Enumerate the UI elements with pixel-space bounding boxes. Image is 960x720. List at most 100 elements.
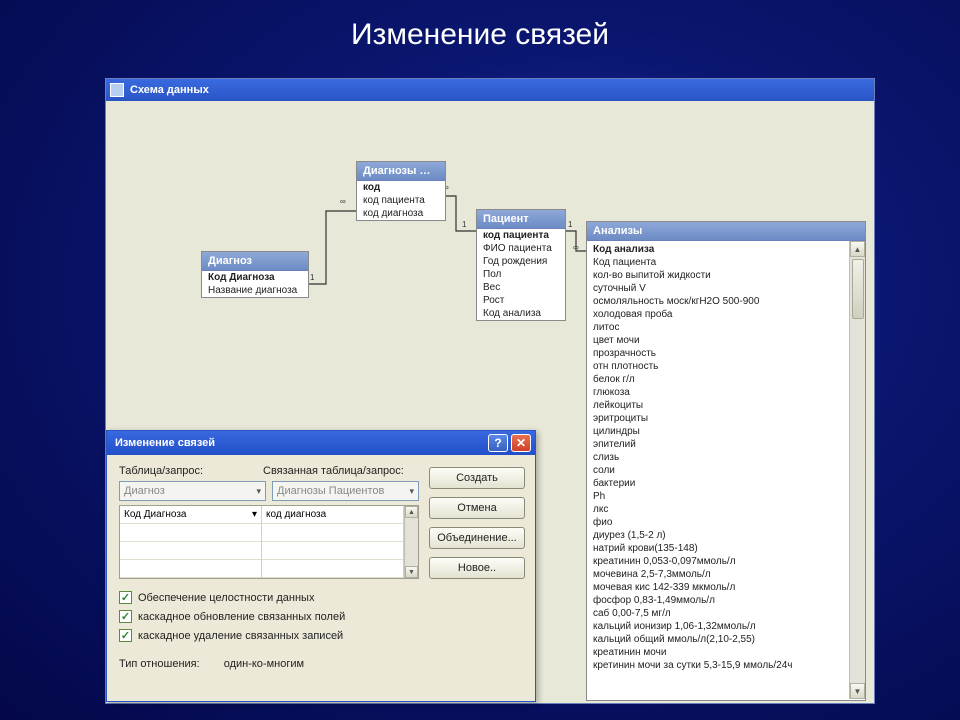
checkbox-cascade-update[interactable]: ✓: [119, 610, 132, 623]
label-table: Таблица/запрос:: [119, 465, 255, 477]
table-row[interactable]: Рост: [477, 294, 565, 307]
create-button[interactable]: Создать: [429, 467, 525, 489]
table-diagnozy-title[interactable]: Диагнозы …: [357, 162, 445, 181]
table-row[interactable]: бактерии: [587, 477, 849, 490]
slide-title: Изменение связей: [0, 0, 960, 60]
checkbox-integrity[interactable]: ✓: [119, 591, 132, 604]
table-row[interactable]: прозрачность: [587, 347, 849, 360]
combo-table-value: Диагноз: [124, 485, 165, 497]
table-row[interactable]: цвет мочи: [587, 334, 849, 347]
check-label-cascade-delete: каскадное удаление связанных записей: [138, 630, 343, 642]
scroll-down-button[interactable]: ▼: [850, 683, 865, 699]
table-row[interactable]: Код анализа: [477, 307, 565, 320]
dialog-title: Изменение связей: [115, 437, 215, 449]
check-label-integrity: Обеспечение целостности данных: [138, 592, 314, 604]
table-row[interactable]: белок г/л: [587, 373, 849, 386]
table-row[interactable]: Ph: [587, 490, 849, 503]
dialog-titlebar[interactable]: Изменение связей ? ✕: [107, 431, 535, 455]
table-row[interactable]: код пациента: [477, 229, 565, 242]
table-row[interactable]: лкс: [587, 503, 849, 516]
grid-cell-right[interactable]: код диагноза: [262, 506, 403, 524]
card-1: 1: [310, 273, 314, 282]
table-row[interactable]: креатинин 0,053-0,097ммоль/л: [587, 555, 849, 568]
card-inf-3: ∞: [573, 243, 579, 252]
scrollbar[interactable]: ▲ ▼: [849, 241, 865, 699]
table-row[interactable]: фосфор 0,83-1,49ммоль/л: [587, 594, 849, 607]
grid-cell[interactable]: [262, 542, 403, 560]
table-row[interactable]: код диагноза: [357, 207, 445, 220]
table-row[interactable]: цилиндры: [587, 425, 849, 438]
table-row[interactable]: глюкоза: [587, 386, 849, 399]
checkbox-cascade-delete[interactable]: ✓: [119, 629, 132, 642]
table-row[interactable]: мочевина 2,5-7,3ммоль/л: [587, 568, 849, 581]
table-row[interactable]: кретинин мочи за сутки 5,3-15,9 ммоль/24…: [587, 659, 849, 672]
table-diagnoz-title[interactable]: Диагноз: [202, 252, 308, 271]
chevron-down-icon: ▾: [256, 486, 261, 497]
table-row[interactable]: кол-во выпитой жидкости: [587, 269, 849, 282]
table-row[interactable]: диурез (1,5-2 л): [587, 529, 849, 542]
scroll-up-button[interactable]: ▲: [850, 241, 865, 257]
table-row[interactable]: кальций общий ммоль/л(2,10-2,55): [587, 633, 849, 646]
check-label-cascade-update: каскадное обновление связанных полей: [138, 611, 345, 623]
grid-cell[interactable]: [262, 524, 403, 542]
schema-window-title: Схема данных: [130, 84, 209, 96]
combo-table[interactable]: Диагноз ▾: [119, 481, 266, 501]
table-row[interactable]: Название диагноза: [202, 284, 308, 297]
table-row[interactable]: фио: [587, 516, 849, 529]
table-row[interactable]: Пол: [477, 268, 565, 281]
table-row[interactable]: лейкоциты: [587, 399, 849, 412]
table-analyzes-title[interactable]: Анализы: [587, 222, 865, 241]
table-row[interactable]: код: [357, 181, 445, 194]
table-row[interactable]: Год рождения: [477, 255, 565, 268]
table-diagnozy[interactable]: Диагнозы … код код пациента код диагноза: [356, 161, 446, 221]
table-row[interactable]: Код Диагноза: [202, 271, 308, 284]
grid-scrollbar[interactable]: ▲ ▼: [404, 506, 418, 578]
table-row[interactable]: мочевая кис 142-339 мкмоль/л: [587, 581, 849, 594]
grid-cell-text: Код Диагноза: [124, 509, 186, 520]
join-button[interactable]: Объединение...: [429, 527, 525, 549]
table-row[interactable]: креатинин мочи: [587, 646, 849, 659]
card-inf: ∞: [340, 197, 346, 206]
combo-related-table[interactable]: Диагнозы Пациентов ▾: [272, 481, 419, 501]
table-row[interactable]: саб 0,00-7,5 мг/л: [587, 607, 849, 620]
cancel-button[interactable]: Отмена: [429, 497, 525, 519]
help-button[interactable]: ?: [488, 434, 508, 452]
table-row[interactable]: Код пациента: [587, 256, 849, 269]
scroll-up-button[interactable]: ▲: [405, 506, 418, 518]
table-row[interactable]: осмоляльность моск/кгH2O 500-900: [587, 295, 849, 308]
table-patient[interactable]: Пациент код пациента ФИО пациента Год ро…: [476, 209, 566, 321]
table-row[interactable]: кальций ионизир 1,06-1,32ммоль/л: [587, 620, 849, 633]
table-analyzes[interactable]: Анализы Код анализаКод пациентакол-во вы…: [586, 221, 866, 701]
chevron-down-icon: ▾: [409, 486, 414, 497]
field-mapping-grid[interactable]: Код Диагноза ▾ код диагноза ▲: [119, 505, 419, 579]
table-row[interactable]: слизь: [587, 451, 849, 464]
grid-cell[interactable]: [262, 560, 403, 578]
table-row[interactable]: ФИО пациента: [477, 242, 565, 255]
table-row[interactable]: отн плотность: [587, 360, 849, 373]
table-row[interactable]: Код анализа: [587, 243, 849, 256]
table-row[interactable]: натрий крови(135-148): [587, 542, 849, 555]
scroll-down-button[interactable]: ▼: [405, 566, 418, 578]
schema-titlebar[interactable]: Схема данных: [106, 79, 874, 101]
grid-cell[interactable]: [120, 524, 261, 542]
new-button[interactable]: Новое..: [429, 557, 525, 579]
table-row[interactable]: суточный V: [587, 282, 849, 295]
table-row[interactable]: код пациента: [357, 194, 445, 207]
table-row[interactable]: Вес: [477, 281, 565, 294]
scroll-thumb[interactable]: [852, 259, 864, 319]
card-1-3: 1: [568, 220, 572, 229]
table-row[interactable]: эпителий: [587, 438, 849, 451]
reltype-label: Тип отношения:: [119, 658, 200, 670]
edit-relationships-dialog: Изменение связей ? ✕ Таблица/запрос: Свя…: [106, 430, 536, 702]
grid-cell[interactable]: [120, 542, 261, 560]
table-row[interactable]: эритроциты: [587, 412, 849, 425]
grid-cell-left[interactable]: Код Диагноза ▾: [120, 506, 261, 524]
table-row[interactable]: соли: [587, 464, 849, 477]
grid-cell[interactable]: [120, 560, 261, 578]
table-patient-title[interactable]: Пациент: [477, 210, 565, 229]
table-row[interactable]: литос: [587, 321, 849, 334]
table-diagnoz[interactable]: Диагноз Код Диагноза Название диагноза: [201, 251, 309, 298]
close-button[interactable]: ✕: [511, 434, 531, 452]
table-row[interactable]: холодовая проба: [587, 308, 849, 321]
analyzes-field-list[interactable]: Код анализаКод пациентакол-во выпитой жи…: [587, 241, 849, 699]
